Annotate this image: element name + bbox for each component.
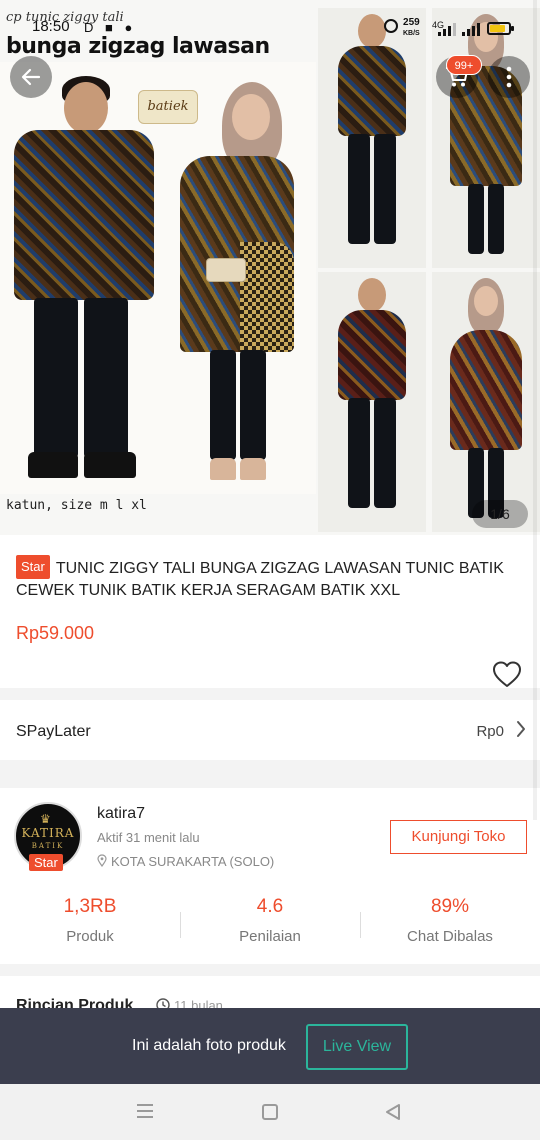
product-image-carousel[interactable]: batiek cp tunic ziggy tali bunga zigzag … (0, 0, 540, 535)
alarm-icon (384, 19, 398, 33)
stat-products: 1,3RB Produk (0, 896, 180, 945)
brand-logo: batiek (138, 90, 198, 124)
stat-rating: 4.6 Penilaian (180, 896, 360, 945)
scrollbar[interactable] (533, 0, 537, 820)
shop-avatar-text: KATIRA (21, 826, 75, 840)
heart-icon[interactable] (492, 660, 522, 688)
stat-label: Produk (66, 928, 114, 945)
model-woman-leg (488, 184, 504, 254)
live-view-button[interactable]: Live View (306, 1024, 408, 1070)
star-seller-badge: Star (16, 555, 50, 579)
photo-man-1 (318, 8, 426, 268)
crown-icon: ♛ (40, 812, 51, 826)
model-man-head (358, 278, 386, 312)
stat-label: Chat Dibalas (407, 928, 493, 945)
product-info-card: Star TUNIC ZIGGY TALI BUNGA ZIGZAG LAWASA… (0, 535, 540, 688)
stat-label: Penilaian (239, 928, 301, 945)
photo-man-2 (318, 272, 426, 532)
model-woman-tunic (450, 330, 522, 450)
more-vertical-icon (506, 66, 512, 88)
arrow-left-icon (21, 68, 41, 86)
shop-name[interactable]: katira7 (97, 805, 145, 823)
spaylater-label: SPayLater (16, 723, 91, 740)
model-man-leg (374, 398, 396, 508)
hero-caption: katun, size m l xl (6, 498, 147, 513)
product-photo-main (0, 62, 316, 494)
model-woman-face (474, 286, 498, 316)
visit-shop-button[interactable]: Kunjungi Toko (390, 820, 527, 854)
product-title: TUNIC ZIGGY TALI BUNGA ZIGZAG LAWASAN TU… (16, 560, 504, 599)
status-bar: 18:50 D ■ ● 259 KB/S 4G (0, 14, 540, 42)
shop-location-text: KOTA SURAKARTA (SOLO) (111, 854, 275, 869)
stat-value: 1,3RB (63, 896, 117, 917)
model-man-leg (348, 398, 370, 508)
location-pin-icon (97, 854, 107, 868)
model-man-shirt (338, 310, 406, 400)
model-woman-face (232, 94, 270, 140)
model-man-left-leg (34, 298, 78, 458)
chevron-right-icon (517, 721, 525, 737)
shop-active-status: Aktif 31 menit lalu (97, 830, 200, 845)
home-icon[interactable] (262, 1104, 278, 1120)
product-price: Rp59.000 (16, 623, 95, 643)
stat-value: 4.6 (256, 896, 284, 917)
model-woman-left-heel (210, 458, 236, 480)
model-woman-right-leg (240, 350, 266, 460)
model-woman-leg (468, 184, 484, 254)
model-man-left-shoe (28, 452, 78, 478)
network-speed-value: 259 (403, 17, 420, 28)
model-man-leg (374, 134, 396, 244)
shop-card: ♛ KATIRA BATIK Star katira7 Aktif 31 men… (0, 788, 540, 964)
spaylater-row[interactable]: SPayLater Rp0 (0, 700, 540, 760)
model-woman-right-heel (240, 458, 266, 480)
image-counter: 1/6 (472, 500, 528, 528)
signal-icon (438, 22, 458, 36)
shop-avatar-subtext: BATIK (31, 842, 65, 850)
stat-value: 89% (430, 896, 470, 917)
battery-icon (487, 22, 514, 35)
photo-woman-1 (432, 8, 540, 268)
product-title-block: Star TUNIC ZIGGY TALI BUNGA ZIGZAG LAWASA… (16, 555, 524, 602)
signal-icon-2 (462, 22, 482, 36)
network-speed: 259 KB/S (403, 18, 420, 39)
spaylater-amount: Rp0 (476, 723, 504, 740)
more-options-button[interactable] (488, 56, 530, 98)
model-man-leg (348, 134, 370, 244)
system-nav-bar (0, 1084, 540, 1140)
status-time: 18:50 (32, 18, 70, 35)
back-button[interactable] (10, 56, 52, 98)
model-woman-tunic-check-panel (240, 242, 294, 352)
stat-chat-reply: 89% Chat Dibalas (360, 896, 540, 945)
shop-location: KOTA SURAKARTA (SOLO) (97, 854, 274, 869)
shop-star-badge: Star (29, 854, 63, 871)
photo-notice-text: Ini adalah foto produk (132, 1037, 286, 1054)
model-woman-clutch (206, 258, 246, 282)
shop-stats: 1,3RB Produk 4.6 Penilaian 89% Chat Diba… (0, 896, 540, 956)
photo-woman-2 (432, 272, 540, 532)
recent-apps-icon[interactable] (137, 1104, 153, 1118)
model-man-right-shoe (84, 452, 136, 478)
network-speed-unit: KB/S (403, 30, 420, 37)
model-woman-left-leg (210, 350, 236, 460)
model-man-shirt (14, 130, 154, 300)
cart-count-badge: 99+ (446, 55, 482, 75)
photo-notice-bar: Ini adalah foto produk Live View (0, 1008, 540, 1084)
model-man-head (64, 82, 108, 134)
model-man-shirt (338, 46, 406, 136)
model-man-right-leg (84, 298, 128, 458)
back-triangle-icon[interactable] (384, 1103, 402, 1121)
notification-icons: D ■ ● (84, 20, 137, 35)
